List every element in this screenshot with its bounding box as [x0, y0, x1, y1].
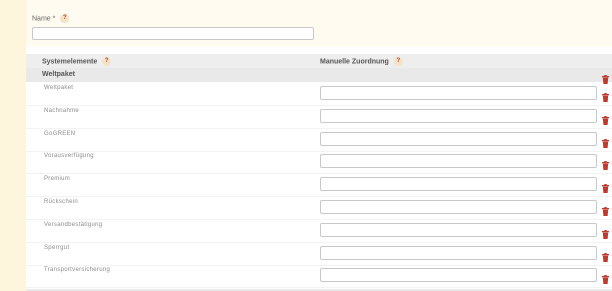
group-header-label: Weltpaket [42, 71, 75, 78]
system-element-label: Premium [44, 176, 71, 183]
system-element-label: Weltpaket [44, 85, 74, 91]
system-element-label: Vorausverfügung [44, 153, 94, 160]
column-header-manual-mapping-label: Manuelle Zuordnung [320, 58, 389, 66]
name-input[interactable] [32, 27, 314, 40]
column-header-system-elements-label: Systemelemente [42, 58, 98, 66]
mapping-row: Versandbestätigung [26, 221, 612, 243]
system-element-label: Rückschein [44, 199, 79, 205]
manual-mapping-input[interactable] [320, 108, 597, 123]
mapping-row: Vorausverfügung [26, 152, 612, 175]
column-header-system-elements: Systemelemente ? [42, 57, 112, 66]
trash-icon[interactable] [602, 203, 609, 216]
mapping-row: Sperrgut [26, 244, 612, 266]
trash-icon[interactable] [602, 180, 609, 194]
trash-icon[interactable] [602, 157, 609, 171]
trash-icon[interactable] [602, 271, 609, 285]
manual-mapping-input[interactable] [320, 154, 597, 169]
system-element-label: Transportversicherung [44, 267, 111, 274]
trash-icon[interactable] [602, 249, 609, 262]
trash-icon[interactable] [602, 135, 609, 148]
manual-mapping-input[interactable] [320, 200, 597, 214]
system-element-label: Nachnahme [44, 107, 80, 114]
manual-mapping-input[interactable] [320, 245, 597, 260]
system-element-label: GoGREEN [44, 130, 76, 137]
mapping-row: Weltpaket [26, 84, 612, 106]
mapping-row: Transportversicherung [26, 266, 612, 289]
mapping-row: Nachnahme [26, 107, 612, 129]
name-label: Name * ? [32, 14, 70, 23]
mapping-row: Rückschein [26, 198, 612, 220]
column-header-row: Systemelemente ? Manuelle Zuordnung ? [26, 54, 612, 68]
help-icon[interactable]: ? [60, 14, 70, 23]
name-field-row: Name * ? [26, 0, 612, 47]
trash-icon[interactable] [602, 71, 609, 84]
trash-icon[interactable] [602, 89, 609, 102]
system-element-label: Versandbestätigung [44, 221, 103, 228]
manual-mapping-input[interactable] [320, 131, 597, 146]
name-label-text: Name * [32, 15, 56, 23]
help-icon[interactable]: ? [102, 57, 112, 66]
shipping-mapping-panel: Name * ? Systemelemente ? Manuelle Zuord… [26, 0, 612, 291]
manual-mapping-input[interactable] [320, 222, 597, 237]
system-element-label: Sperrgut [44, 244, 70, 251]
column-header-manual-mapping: Manuelle Zuordnung ? [320, 57, 403, 66]
manual-mapping-input[interactable] [320, 177, 597, 192]
group-header-row: Weltpaket [26, 68, 612, 84]
manual-mapping-input[interactable] [320, 268, 597, 283]
trash-icon[interactable] [602, 226, 609, 239]
manual-mapping-input[interactable] [320, 86, 597, 100]
mapping-row: Premium [26, 175, 612, 198]
mapping-row: GoGREEN [26, 130, 612, 152]
trash-icon[interactable] [602, 112, 609, 125]
help-icon[interactable]: ? [393, 57, 403, 66]
